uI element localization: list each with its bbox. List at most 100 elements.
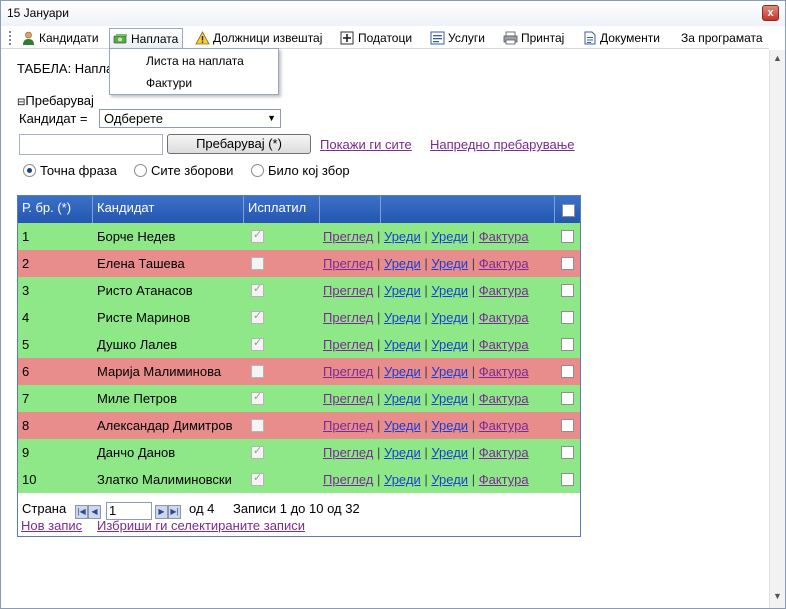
scroll-up-icon[interactable]: ▲ [773,53,782,63]
invoice-link[interactable]: Фактура [479,337,529,352]
candidate-select[interactable]: Одберете ▼ [99,109,281,128]
menu-item-print[interactable]: Принтај [500,28,568,48]
dropdown-item-billing-list[interactable]: Листа на наплата [146,54,244,68]
column-header-number[interactable]: Р. бр. (*) [18,196,93,223]
view-link[interactable]: Преглед [323,283,373,298]
row-select-checkbox[interactable] [561,230,574,243]
separator: | [377,418,381,433]
row-select-checkbox[interactable] [561,446,574,459]
edit-link-2[interactable]: Уреди [431,418,468,433]
menu-item-about[interactable]: За програмата [678,28,767,48]
view-link[interactable]: Преглед [323,418,373,433]
edit-link-2[interactable]: Уреди [431,337,468,352]
edit-link[interactable]: Уреди [384,256,421,271]
edit-link-2[interactable]: Уреди [431,310,468,325]
edit-link-2[interactable]: Уреди [431,229,468,244]
invoice-link[interactable]: Фактура [479,418,529,433]
invoice-link[interactable]: Фактура [479,229,529,244]
table-row: 3 Ристо Атанасов Преглед | Уреди | Уреди |… [18,277,580,304]
menu-item-data[interactable]: Податоци [337,28,416,48]
invoice-link[interactable]: Фактура [479,391,529,406]
menu-item-debtors-report[interactable]: Должници извештај [192,28,326,48]
vertical-scrollbar[interactable]: ▲ ▼ [769,50,785,608]
edit-link[interactable]: Уреди [384,445,421,460]
menu-item-documents[interactable]: Документи [579,28,664,48]
radio-exact-phrase[interactable]: Точна фраза [23,163,117,178]
row-select-checkbox[interactable] [561,257,574,270]
row-select-checkbox[interactable] [561,311,574,324]
edit-link[interactable]: Уреди [384,283,421,298]
close-button[interactable]: x [762,5,779,21]
edit-link[interactable]: Уреди [384,364,421,379]
column-header-candidate[interactable]: Кандидат [93,196,244,223]
dropdown-item-invoices[interactable]: Фактури [146,76,192,90]
invoice-link[interactable]: Фактура [479,256,529,271]
last-page-icon[interactable]: ▶| [168,505,181,519]
view-link[interactable]: Преглед [323,445,373,460]
radio-selected-icon[interactable] [23,164,36,177]
edit-link[interactable]: Уреди [384,337,421,352]
search-button[interactable]: Пребарувај (*) [167,134,311,154]
invoice-link[interactable]: Фактура [479,283,529,298]
first-page-icon[interactable]: |◀ [75,505,88,519]
edit-link-2[interactable]: Уреди [431,256,468,271]
edit-link-2[interactable]: Уреди [431,391,468,406]
invoice-link[interactable]: Фактура [479,472,529,487]
view-link[interactable]: Преглед [323,337,373,352]
view-link[interactable]: Преглед [323,391,373,406]
previous-page-icon[interactable]: ◀ [88,505,101,519]
separator: | [424,445,428,460]
row-select-checkbox[interactable] [561,365,574,378]
view-link[interactable]: Преглед [323,364,373,379]
menu-item-services[interactable]: Услуги [427,28,489,48]
edit-link-2[interactable]: Уреди [431,472,468,487]
row-select-checkbox[interactable] [561,419,574,432]
edit-link-2[interactable]: Уреди [431,445,468,460]
delete-selected-link[interactable]: Избриши ги селектираните записи [97,518,305,533]
menu-item-billing[interactable]: Наплата [109,28,184,49]
radio-any-word[interactable]: Било кој збор [251,163,350,178]
radio-all-words[interactable]: Сите зборови [134,163,233,178]
search-input[interactable] [19,134,163,155]
row-select-checkbox[interactable] [561,338,574,351]
menu-item-candidates[interactable]: Кандидати [18,28,103,48]
edit-link[interactable]: Уреди [384,391,421,406]
radio-unselected-icon[interactable] [251,164,264,177]
row-select-checkbox[interactable] [561,392,574,405]
candidate-name: Душко Лалев [97,337,178,352]
row-number: 10 [22,472,37,487]
billing-grid: Р. бр. (*) Кандидат Исплатил 1 Борче Неде… [17,195,581,537]
invoice-link[interactable]: Фактура [479,445,529,460]
search-section-header[interactable]: ⊟Пребарувај [17,93,94,108]
radio-unselected-icon[interactable] [134,164,147,177]
row-number: 1 [22,229,30,244]
edit-link[interactable]: Уреди [384,229,421,244]
scroll-down-icon[interactable]: ▼ [773,591,782,601]
column-header-actions [320,196,381,223]
new-record-link[interactable]: Нов запис [21,518,82,533]
row-actions: Преглед | Уреди | Уреди | Фактура [320,304,580,331]
column-header-paid[interactable]: Исплатил [244,196,320,223]
invoice-link[interactable]: Фактура [479,310,529,325]
edit-link-2[interactable]: Уреди [431,364,468,379]
invoice-link[interactable]: Фактура [479,364,529,379]
row-actions: Преглед | Уреди | Уреди | Фактура [320,223,580,250]
view-link[interactable]: Преглед [323,310,373,325]
show-all-link[interactable]: Покажи ги сите [320,137,412,152]
view-link[interactable]: Преглед [323,229,373,244]
edit-link[interactable]: Уреди [384,472,421,487]
advanced-search-link[interactable]: Напредно пребарување [430,137,575,152]
printer-icon [503,31,518,45]
edit-link[interactable]: Уреди [384,310,421,325]
edit-link[interactable]: Уреди [384,418,421,433]
select-all-checkbox[interactable] [562,204,575,217]
row-select-checkbox[interactable] [561,473,574,486]
row-select-checkbox[interactable] [561,284,574,297]
page-heading: ТАБЕЛА: Напла [17,61,114,76]
view-link[interactable]: Преглед [323,256,373,271]
chevron-down-icon: ▼ [267,113,276,123]
edit-link-2[interactable]: Уреди [431,283,468,298]
next-page-icon[interactable]: ▶ [155,505,168,519]
view-link[interactable]: Преглед [323,472,373,487]
row-number: 5 [22,337,30,352]
